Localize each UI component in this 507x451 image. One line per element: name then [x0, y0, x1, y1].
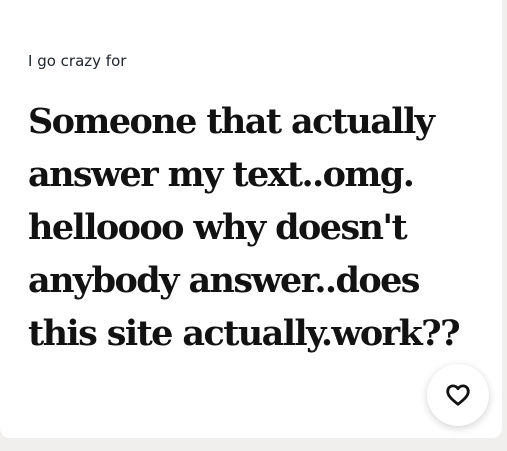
prompt-answer: Someone that actually answer my text..om…	[28, 101, 461, 354]
prompt-label: I go crazy for	[28, 52, 127, 70]
like-button[interactable]	[427, 364, 489, 426]
heart-icon	[445, 382, 471, 408]
prompt-card: I go crazy for Someone that actually ans…	[0, 0, 502, 438]
